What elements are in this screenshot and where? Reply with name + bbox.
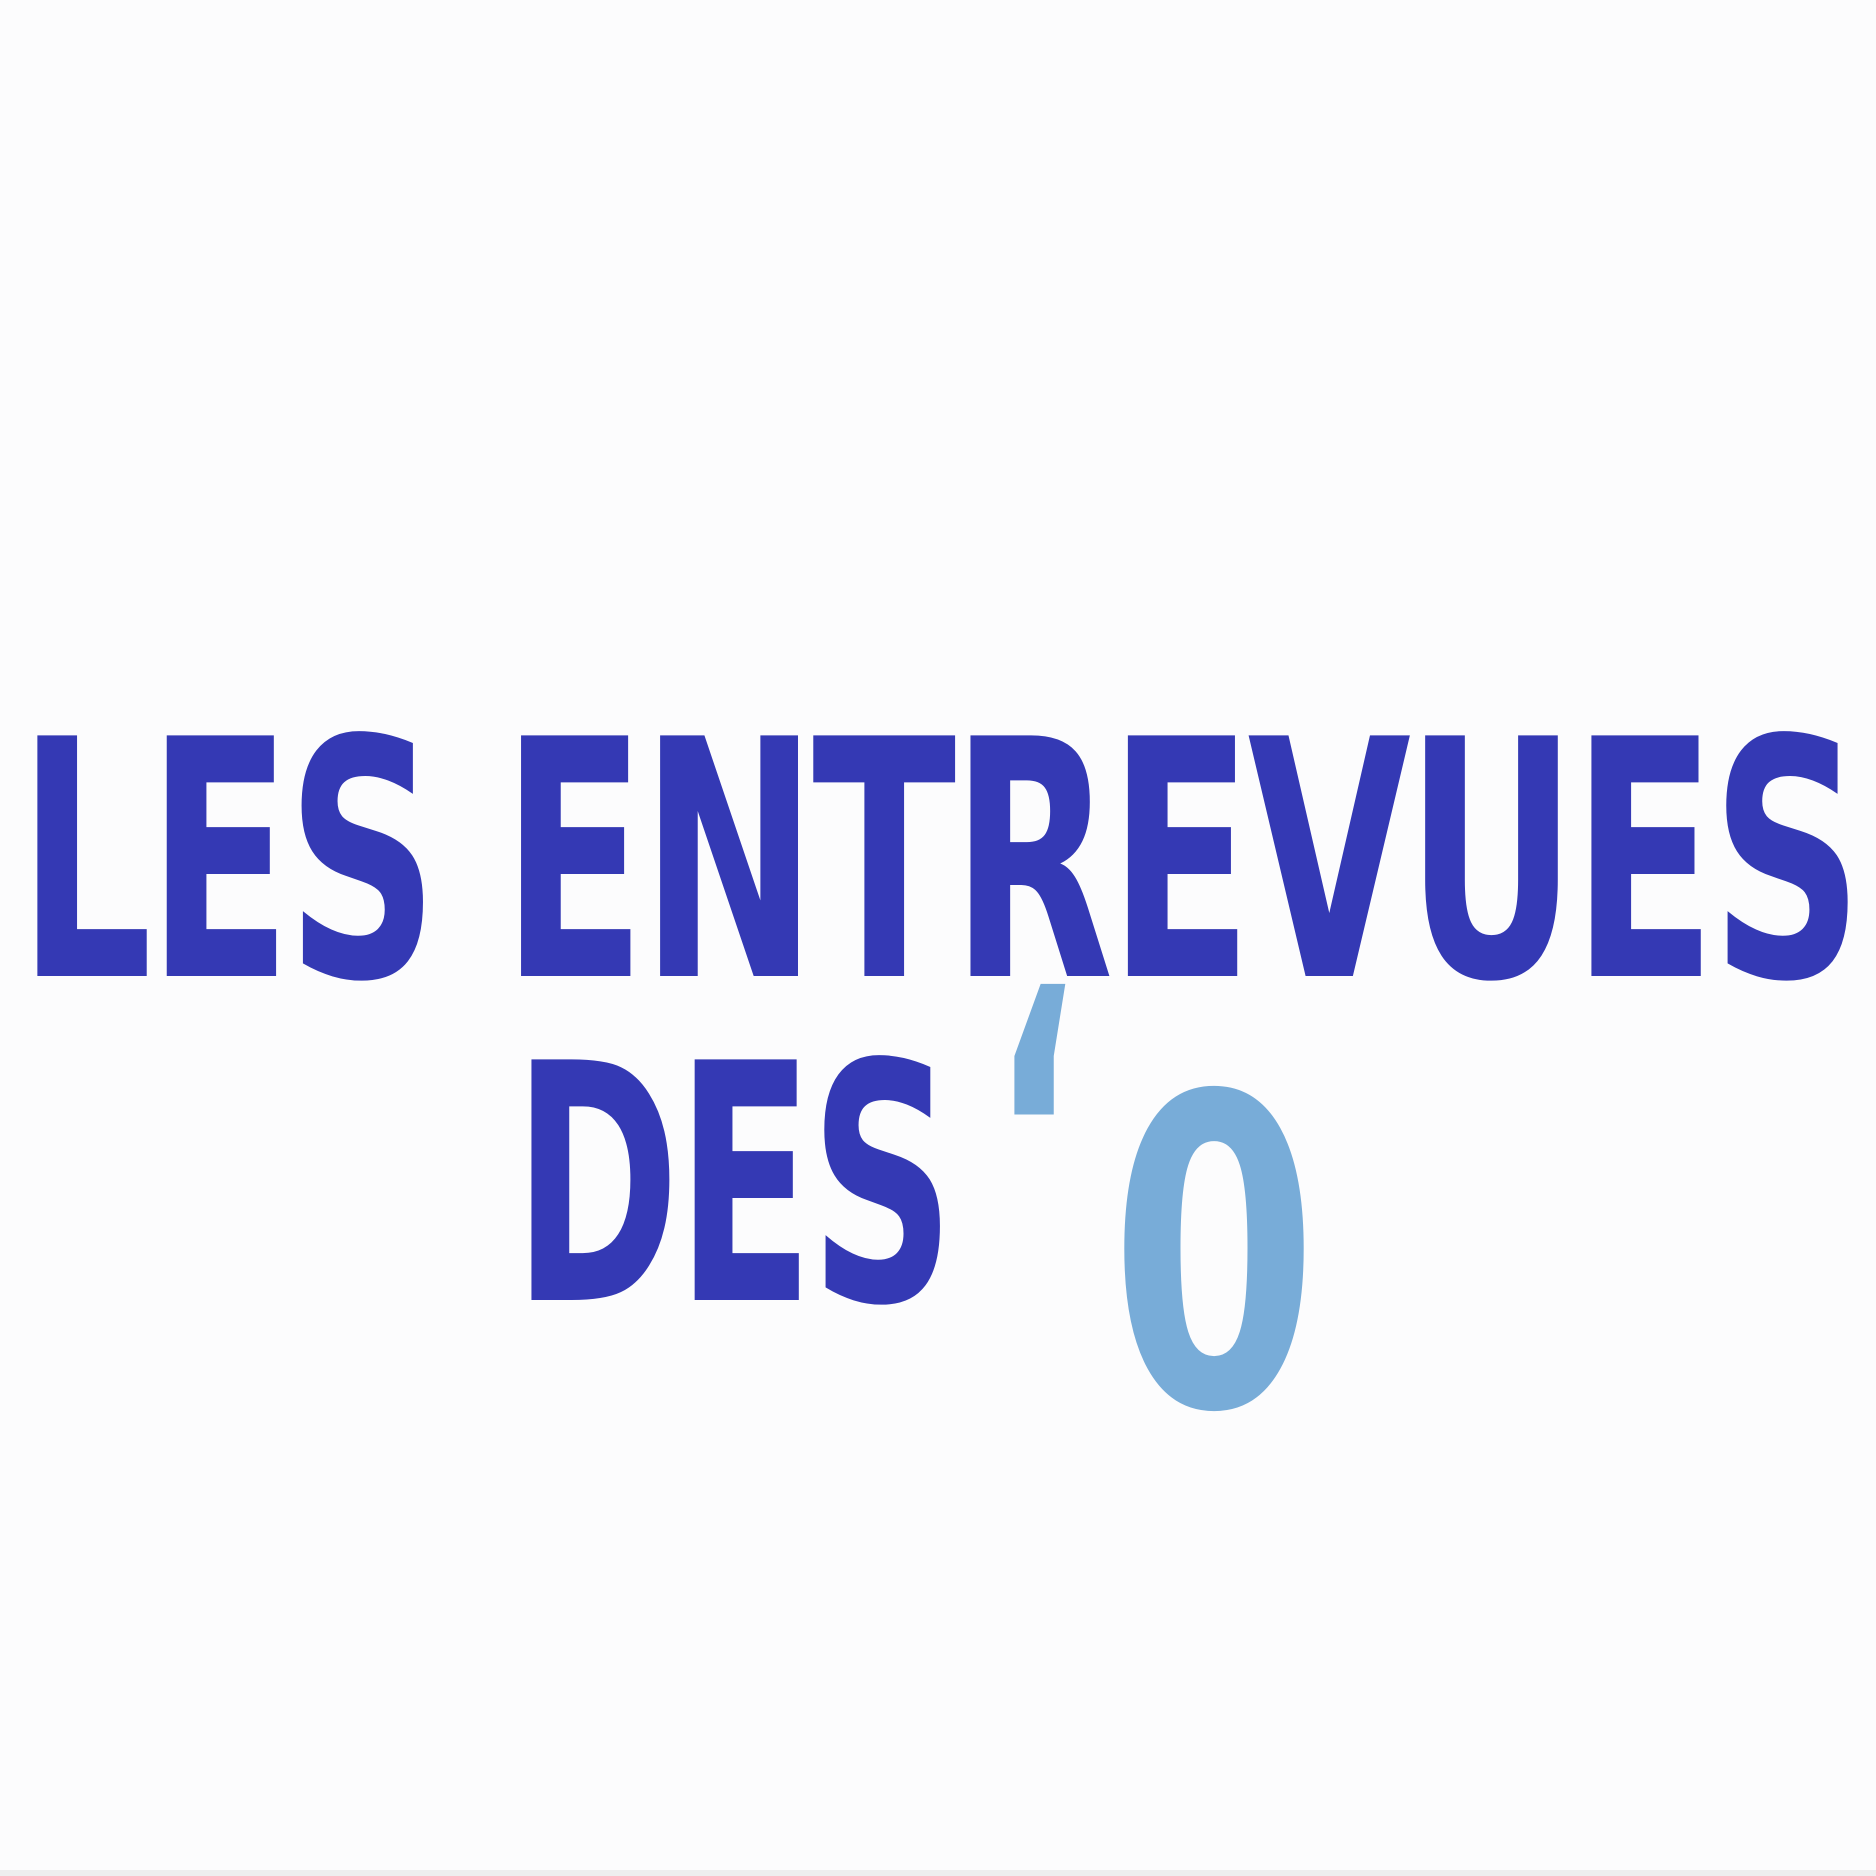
logo-line-2: DES (513, 994, 951, 1378)
logo: LES ENTREVUES DES ‘ 0 (18, 670, 1866, 1507)
logo-quote-mark: ‘ (990, 901, 1080, 1390)
bottom-strip (0, 1870, 1876, 1876)
logo-zero-mark: 0 (1110, 1007, 1318, 1507)
